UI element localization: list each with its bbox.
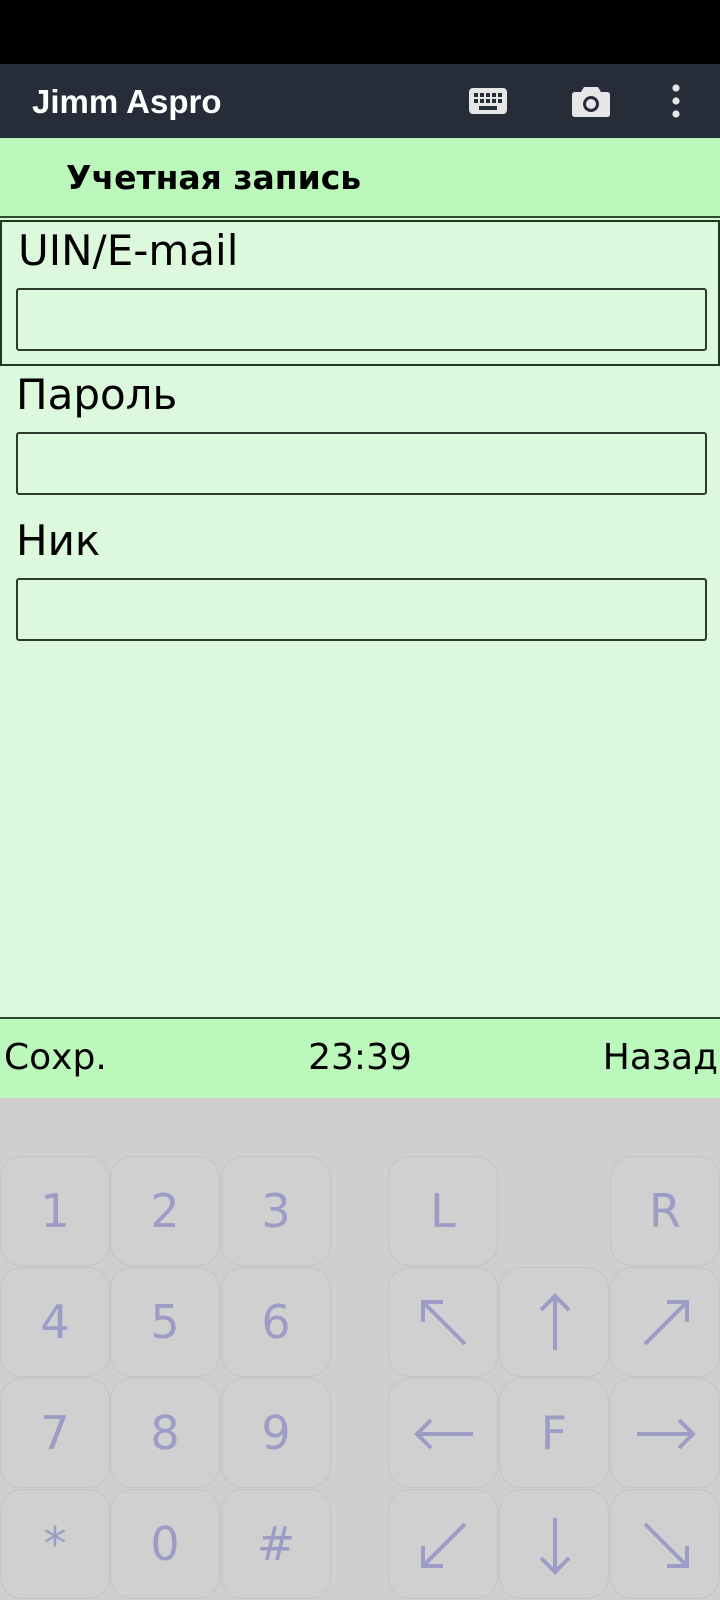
- down-right-arrow-icon[interactable]: [610, 1489, 720, 1599]
- nick-label: Ник: [16, 516, 101, 565]
- more-vert-icon[interactable]: [656, 83, 696, 119]
- password-label: Пароль: [16, 370, 178, 419]
- uin-label: UIN/E-mail: [18, 226, 239, 275]
- app-title: Jimm Aspro: [32, 83, 222, 120]
- section-header: Учетная запись: [0, 138, 720, 218]
- password-field-block: Пароль: [0, 368, 720, 514]
- section-title: Учетная запись: [66, 158, 362, 197]
- uin-input[interactable]: [16, 288, 707, 351]
- key-4[interactable]: 4: [0, 1267, 110, 1377]
- camera-icon[interactable]: [571, 83, 611, 119]
- down-arrow-icon[interactable]: [499, 1489, 609, 1599]
- key-3[interactable]: 3: [221, 1156, 331, 1266]
- softkey-bar: Сохр. 23:39 Назад: [0, 1017, 720, 1098]
- nick-field-block: Ник: [0, 514, 720, 660]
- key-5[interactable]: 5: [110, 1267, 220, 1377]
- key-1[interactable]: 1: [0, 1156, 110, 1266]
- key-0[interactable]: 0: [110, 1489, 220, 1599]
- right-arrow-icon[interactable]: [610, 1378, 720, 1488]
- up-left-arrow-icon[interactable]: [388, 1267, 498, 1377]
- key-8[interactable]: 8: [110, 1378, 220, 1488]
- app-bar: Jimm Aspro: [0, 64, 720, 138]
- back-softkey[interactable]: Назад: [603, 1035, 718, 1081]
- up-arrow-icon[interactable]: [499, 1267, 609, 1377]
- fire-button[interactable]: F: [499, 1378, 609, 1488]
- nick-input[interactable]: [16, 578, 707, 641]
- key-star[interactable]: *: [0, 1489, 110, 1599]
- password-input[interactable]: [16, 432, 707, 495]
- up-right-arrow-icon[interactable]: [610, 1267, 720, 1377]
- keyboard-icon[interactable]: [468, 83, 508, 119]
- key-hash[interactable]: #: [221, 1489, 331, 1599]
- key-9[interactable]: 9: [221, 1378, 331, 1488]
- key-6[interactable]: 6: [221, 1267, 331, 1377]
- right-softkey-button[interactable]: R: [610, 1156, 720, 1266]
- key-7[interactable]: 7: [0, 1378, 110, 1488]
- left-arrow-icon[interactable]: [388, 1378, 498, 1488]
- virtual-keypad: 1 2 3 4 5 6 7 8 9 * 0 # L R F: [0, 1098, 720, 1600]
- key-2[interactable]: 2: [110, 1156, 220, 1266]
- status-bar: [0, 0, 720, 64]
- down-left-arrow-icon[interactable]: [388, 1489, 498, 1599]
- account-form: UIN/E-mail Пароль Ник: [0, 218, 720, 1018]
- left-softkey-button[interactable]: L: [388, 1156, 498, 1266]
- uin-field-block: UIN/E-mail: [0, 220, 720, 366]
